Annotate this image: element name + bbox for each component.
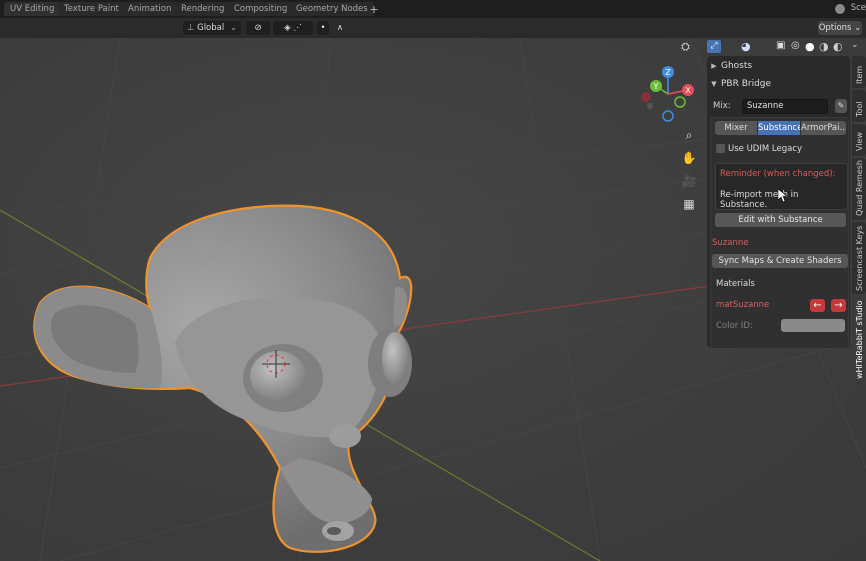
tab-substance[interactable]: Substance — [758, 121, 800, 135]
edit-with-substance-button[interactable]: Edit with Substance — [715, 213, 846, 227]
transform-orientation-dropdown[interactable]: ⊥ Global ⌄ — [183, 21, 241, 35]
material-name: matSuzanne — [716, 300, 770, 310]
overlays-icon[interactable]: ◕ — [741, 40, 751, 53]
viewport-header: ⊥ Global ⌄ ⊘ ◈ ⋰ • ∧ Options ⌄ — [0, 18, 866, 38]
falloff-dropdown[interactable]: ∧ — [331, 21, 349, 35]
shading-rendered-icon[interactable]: ◐ — [833, 40, 843, 53]
vtab-whiterabbit-studio[interactable]: wHITeRabbiT sTudio — [852, 296, 866, 382]
gizmo-y-label: Y — [653, 82, 659, 91]
expanded-arrow-icon: ▼ — [711, 80, 717, 88]
shading-wireframe-icon[interactable]: ◎ — [791, 40, 800, 51]
mix-object-field[interactable]: Suzanne — [742, 99, 828, 114]
pivot-icon: ⊘ — [254, 23, 262, 33]
color-id-swatch[interactable] — [781, 319, 845, 332]
chevron-down-icon: ⌄ — [229, 23, 237, 33]
mouse-cursor-icon — [778, 189, 788, 203]
ghosts-section-header[interactable]: ▶ Ghosts — [707, 58, 850, 74]
pbr-bridge-title: PBR Bridge — [721, 79, 772, 89]
tab-uv-editing[interactable]: UV Editing — [4, 2, 61, 16]
tab-rendering[interactable]: Rendering — [175, 2, 231, 16]
eyedropper-icon[interactable]: ✎ — [835, 99, 847, 113]
arrow-right-icon[interactable]: → — [831, 299, 846, 312]
tab-texture-paint[interactable]: Texture Paint — [58, 2, 125, 16]
gizmo-x-label: X — [685, 86, 691, 95]
falloff-curve-icon: ∧ — [336, 23, 344, 33]
tab-animation[interactable]: Animation — [122, 2, 178, 16]
options-label: Options — [818, 23, 852, 33]
visibility-icon[interactable]: ⛭ — [681, 40, 690, 54]
udim-label: Use UDIM Legacy — [728, 144, 803, 154]
scene-selector[interactable]: Sce — [851, 3, 866, 13]
proportional-dot-icon: • — [320, 23, 326, 33]
camera-icon[interactable]: 🎥 — [681, 173, 697, 189]
suzanne-mesh[interactable] — [33, 204, 413, 553]
navigation-gizmo[interactable]: Z X Y — [638, 64, 698, 124]
proportional-edit-toggle[interactable]: • — [317, 21, 329, 35]
tab-geometry-nodes[interactable]: Geometry Nodes — [290, 2, 374, 16]
vtab-screencast-keys[interactable]: Screencast Keys — [852, 222, 866, 294]
vtab-view[interactable]: View — [852, 124, 866, 156]
transform-orientation-value: Global — [197, 23, 225, 33]
materials-title: Materials — [716, 279, 755, 289]
options-dropdown[interactable]: Options ⌄ — [818, 21, 862, 35]
collapsed-arrow-icon: ▶ — [711, 62, 717, 70]
vtab-tool[interactable]: Tool — [852, 90, 866, 122]
sync-maps-button[interactable]: Sync Maps & Create Shaders — [712, 254, 848, 268]
app-tabs: Mixer Substance ArmorPai... — [715, 121, 846, 135]
gizmo-toggle-icon[interactable]: ⤢ — [707, 40, 721, 53]
udim-checkbox[interactable] — [716, 144, 725, 153]
pivot-point-dropdown[interactable]: ⊘ — [246, 21, 270, 35]
chevron-down-icon[interactable]: ⌄ — [851, 40, 859, 50]
snapping-toggle[interactable]: ◈ ⋰ — [273, 21, 313, 35]
mix-label: Mix: — [713, 101, 731, 111]
sidebar-vertical-tabs: Item Tool View Quad Remesh Screencast Ke… — [852, 56, 866, 386]
color-id-label: Color ID: — [716, 321, 753, 331]
arrow-left-icon[interactable]: ← — [810, 299, 825, 312]
shading-material-icon[interactable]: ◑ — [819, 40, 829, 53]
vtab-quad-remesh[interactable]: Quad Remesh — [852, 158, 866, 220]
tab-mixer[interactable]: Mixer — [715, 121, 757, 135]
xray-icon[interactable]: ▣ — [776, 40, 785, 51]
ghosts-title: Ghosts — [721, 61, 753, 71]
grid-perspective-icon[interactable]: ▦ — [681, 196, 697, 212]
pan-hand-icon[interactable]: ✋ — [681, 150, 697, 166]
gizmo-z-label: Z — [665, 68, 671, 77]
add-workspace-plus-icon[interactable]: + — [367, 3, 381, 16]
zoom-icon[interactable]: ⌕ — [681, 127, 697, 143]
orientation-axes-icon: ⊥ — [187, 23, 195, 33]
pbr-bridge-section-header[interactable]: ▼ PBR Bridge — [707, 76, 850, 92]
reminder-title: Reminder (when changed): — [720, 169, 836, 179]
shading-solid-icon[interactable]: ● — [805, 40, 815, 53]
snap-magnet-icon: ◈ ⋰ — [284, 23, 302, 33]
tab-compositing[interactable]: Compositing — [228, 2, 294, 16]
vtab-item[interactable]: Item — [852, 56, 866, 88]
scene-icon[interactable] — [835, 4, 845, 14]
tab-armorpaint[interactable]: ArmorPai... — [801, 121, 846, 135]
workspace-tab-bar: UV Editing Texture Paint Animation Rende… — [0, 0, 866, 18]
viewport-shading-bar: ⛭ ⤢ ◕ ▣ ◎ ● ◑ ◐ ⌄ — [681, 38, 866, 56]
object-name-label: Suzanne — [712, 238, 749, 248]
